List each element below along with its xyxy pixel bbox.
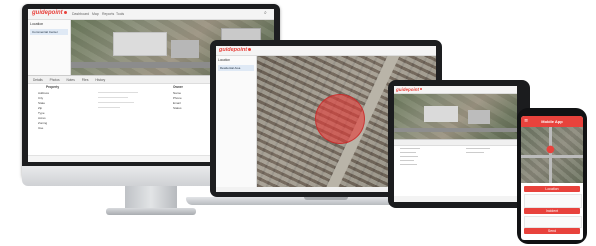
parking-lot (468, 110, 490, 124)
phone-screen: ≡ Mobile App ● Location Incident Send (521, 116, 583, 240)
phone-card-incident[interactable]: Incident (524, 208, 580, 214)
phone-info-card (524, 194, 582, 208)
laptop-logo: guidepoint (219, 47, 252, 53)
highlight-zone[interactable] (315, 94, 365, 144)
tablet-field-line (400, 148, 420, 149)
field-label: Name (173, 91, 182, 95)
field-label: Zip (38, 106, 43, 110)
desktop-logo: guidepoint (32, 10, 67, 16)
tablet-footer (394, 196, 517, 202)
desktop-topbar: guidepoint Dashboard Map Reports Tools ⌕ (28, 9, 274, 20)
desktop-right-section-title: Owner (173, 85, 183, 89)
tablet-map-view[interactable] (394, 94, 517, 139)
building-roof (424, 106, 458, 122)
phone-app-title: Mobile App (541, 119, 563, 124)
value-line (98, 107, 120, 108)
laptop-sidebar: Location Residential Area (216, 56, 257, 192)
desktop-left-section-title: Property (46, 85, 60, 89)
tablet-field-line (400, 156, 418, 157)
tablet-field-line (400, 160, 414, 161)
tablet-screen: guidepoint (394, 86, 517, 202)
desktop-tab[interactable]: Notes (66, 78, 74, 82)
desktop-sidebar-title: Location (30, 22, 44, 26)
desktop-nav-tab[interactable]: Tools (116, 12, 124, 16)
tablet-topbar: guidepoint (394, 86, 517, 94)
desktop-nav-tab[interactable]: Reports (102, 12, 114, 16)
road (549, 127, 552, 183)
field-label: Phone (173, 96, 182, 100)
laptop-notch (304, 197, 348, 200)
tablet-field-line (400, 152, 416, 153)
field-label: Type (38, 111, 45, 115)
desktop-tab[interactable]: Details (33, 78, 43, 82)
tablet-field-line (400, 164, 417, 165)
phone-header: ≡ Mobile App (521, 116, 583, 127)
value-line (98, 102, 134, 103)
road (521, 155, 583, 158)
building-roof (113, 32, 167, 56)
laptop-sidebar-item[interactable]: Residential Area (218, 65, 254, 71)
laptop-topbar: guidepoint (216, 46, 436, 56)
phone-map-view[interactable]: ● (521, 127, 583, 183)
desktop-tab[interactable]: History (95, 78, 105, 82)
tablet-field-line (466, 148, 490, 149)
desktop-sidebar-item[interactable]: Commercial Center (30, 29, 68, 35)
phone-info-card (524, 216, 582, 228)
phone-action-button[interactable]: Send (524, 228, 580, 234)
road (394, 128, 517, 132)
field-label: Email (173, 101, 181, 105)
desktop-tab[interactable]: Photos (50, 78, 60, 82)
field-label: Use (38, 126, 44, 130)
field-label: Status (173, 106, 182, 110)
field-label: Zoning (38, 121, 48, 125)
tablet-logo: guidepoint (396, 87, 422, 92)
map-pin-icon[interactable]: ● (546, 145, 555, 155)
field-label: State (38, 101, 46, 105)
laptop-sidebar-title: Location (218, 58, 231, 62)
value-line (98, 97, 128, 98)
field-label: Address (38, 91, 50, 95)
tablet-detail-tabs (394, 139, 517, 146)
value-line (98, 92, 138, 93)
field-label: Acres (38, 116, 46, 120)
desktop-sidebar: Location Commercial Center (28, 20, 71, 75)
desktop-nav-tab[interactable]: Map (92, 12, 99, 16)
phone-card-location[interactable]: Location (524, 186, 580, 192)
desktop-monitor-foot (106, 208, 196, 215)
tablet-field-line (466, 152, 484, 153)
parking-lot (171, 40, 199, 58)
field-label: City (38, 96, 44, 100)
desktop-tab[interactable]: Files (82, 78, 89, 82)
search-icon[interactable]: ⌕ (264, 11, 267, 16)
desktop-nav-tab[interactable]: Dashboard (72, 12, 89, 16)
